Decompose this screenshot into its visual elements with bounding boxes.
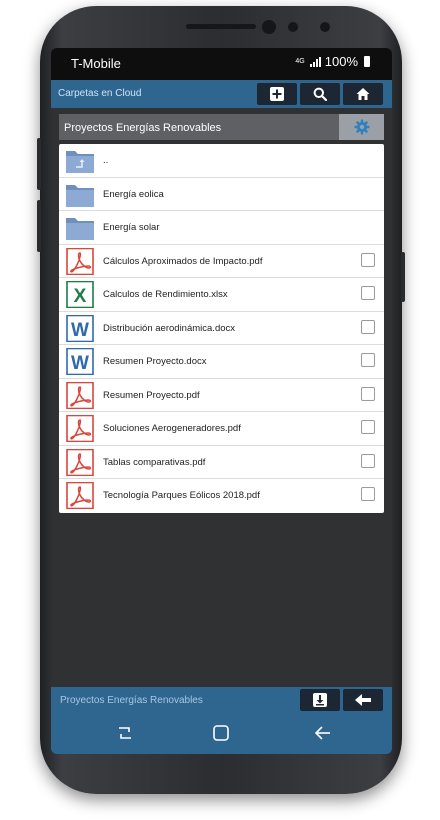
folder-up-icon [66,151,94,173]
file-checkbox[interactable] [361,353,375,367]
network-indicator: 4G [295,58,305,65]
home-nav-button[interactable] [209,723,233,743]
file-checkbox[interactable] [361,420,375,434]
search-icon [313,87,327,101]
app-header: Carpetas en Cloud [51,80,392,108]
file-checkbox[interactable] [361,386,375,401]
add-button[interactable] [257,83,297,105]
file-row[interactable]: W Distribución aerodinámica.docx [59,312,384,345]
excel-icon: X [66,281,94,308]
file-row[interactable]: Tecnología Parques Eólicos 2018.pdf [59,479,384,513]
pdf-icon [66,381,94,409]
power-button [401,252,405,302]
file-row[interactable]: Cálculos Aproximados de Impacto.pdf [59,245,384,278]
sensor [288,22,298,32]
download-button[interactable] [300,689,340,711]
settings-button[interactable] [339,114,384,140]
svg-text:W: W [71,353,89,374]
file-checkbox[interactable] [361,487,375,501]
home-button[interactable] [343,83,383,105]
word-icon: W [66,314,94,342]
folder-icon [66,184,94,207]
earpiece [186,24,256,29]
sensor [320,22,330,32]
folder-icon [66,218,94,240]
front-camera [262,20,276,34]
home-square-icon [213,725,229,741]
file-row[interactable]: Energía solar [59,211,384,245]
svg-text:W: W [71,320,89,341]
file-checkbox[interactable] [361,453,375,468]
file-checkbox[interactable] [361,252,375,267]
arrow-left-icon [355,694,371,706]
file-name: Tecnología Parques Eólicos 2018.pdf [103,490,260,501]
current-folder-title: Proyectos Energías Renovables [64,122,222,134]
file-name: Energía solar [103,222,160,233]
file-name: Cálculos Aproximados de Impacto.pdf [103,255,263,267]
file-name: Soluciones Aerogeneradores.pdf [103,423,241,434]
plus-icon [270,87,284,101]
file-row[interactable]: Resumen Proyecto.pdf [59,379,384,412]
file-row[interactable]: X Calculos de Rendimiento.xlsx [59,278,384,312]
header-title: Carpetas en Cloud [58,88,142,99]
file-name: Tablas comparativas.pdf [103,456,206,468]
status-bar: T-Mobile 4G 100% [51,48,392,80]
svg-text:X: X [74,286,87,307]
carrier-label: T-Mobile [71,56,121,71]
file-checkbox[interactable] [361,319,375,334]
android-nav-bar [51,713,392,754]
file-row[interactable]: W Resumen Proyecto.docx [59,345,384,379]
file-name: Resumen Proyecto.docx [103,356,207,367]
battery-percent: 100% [324,54,358,69]
back-button[interactable] [343,689,383,711]
file-name: .. [103,155,109,166]
back-arrow-icon [314,726,330,740]
file-row[interactable]: Energía eolica [59,178,384,211]
file-row[interactable]: Tablas comparativas.pdf [59,446,384,479]
pdf-icon [66,448,94,476]
word-icon: W [66,348,94,375]
footer-folder-title: Proyectos Energías Renovables [60,695,203,706]
home-icon [356,88,370,100]
file-row[interactable]: Soluciones Aerogeneradores.pdf [59,412,384,446]
signal-icon [309,56,321,67]
file-name: Distribución aerodinámica.docx [103,322,236,334]
battery-icon [364,56,370,67]
volume-button [37,138,41,190]
pdf-icon [66,482,94,509]
current-folder-bar: Proyectos Energías Renovables [59,114,384,140]
recent-apps-button[interactable] [113,723,137,743]
file-row[interactable]: .. [59,144,384,178]
screen: T-Mobile 4G 100% Carpetas en Cloud Proye… [51,48,392,754]
gear-icon [354,119,369,135]
file-name: Resumen Proyecto.pdf [103,389,200,401]
recent-apps-icon [119,727,131,739]
pdf-icon [66,415,94,442]
search-button[interactable] [300,83,340,105]
volume-button [37,200,41,252]
download-icon [313,693,327,707]
pdf-icon [66,247,94,275]
footer-bar: Proyectos Energías Renovables [51,687,392,713]
back-nav-button[interactable] [311,723,335,743]
file-list: .. Energía eolica Energía solar Cálculos Ap… [59,144,384,513]
file-checkbox[interactable] [361,286,375,300]
file-name: Calculos de Rendimiento.xlsx [103,289,228,300]
file-name: Energía eolica [103,188,164,200]
